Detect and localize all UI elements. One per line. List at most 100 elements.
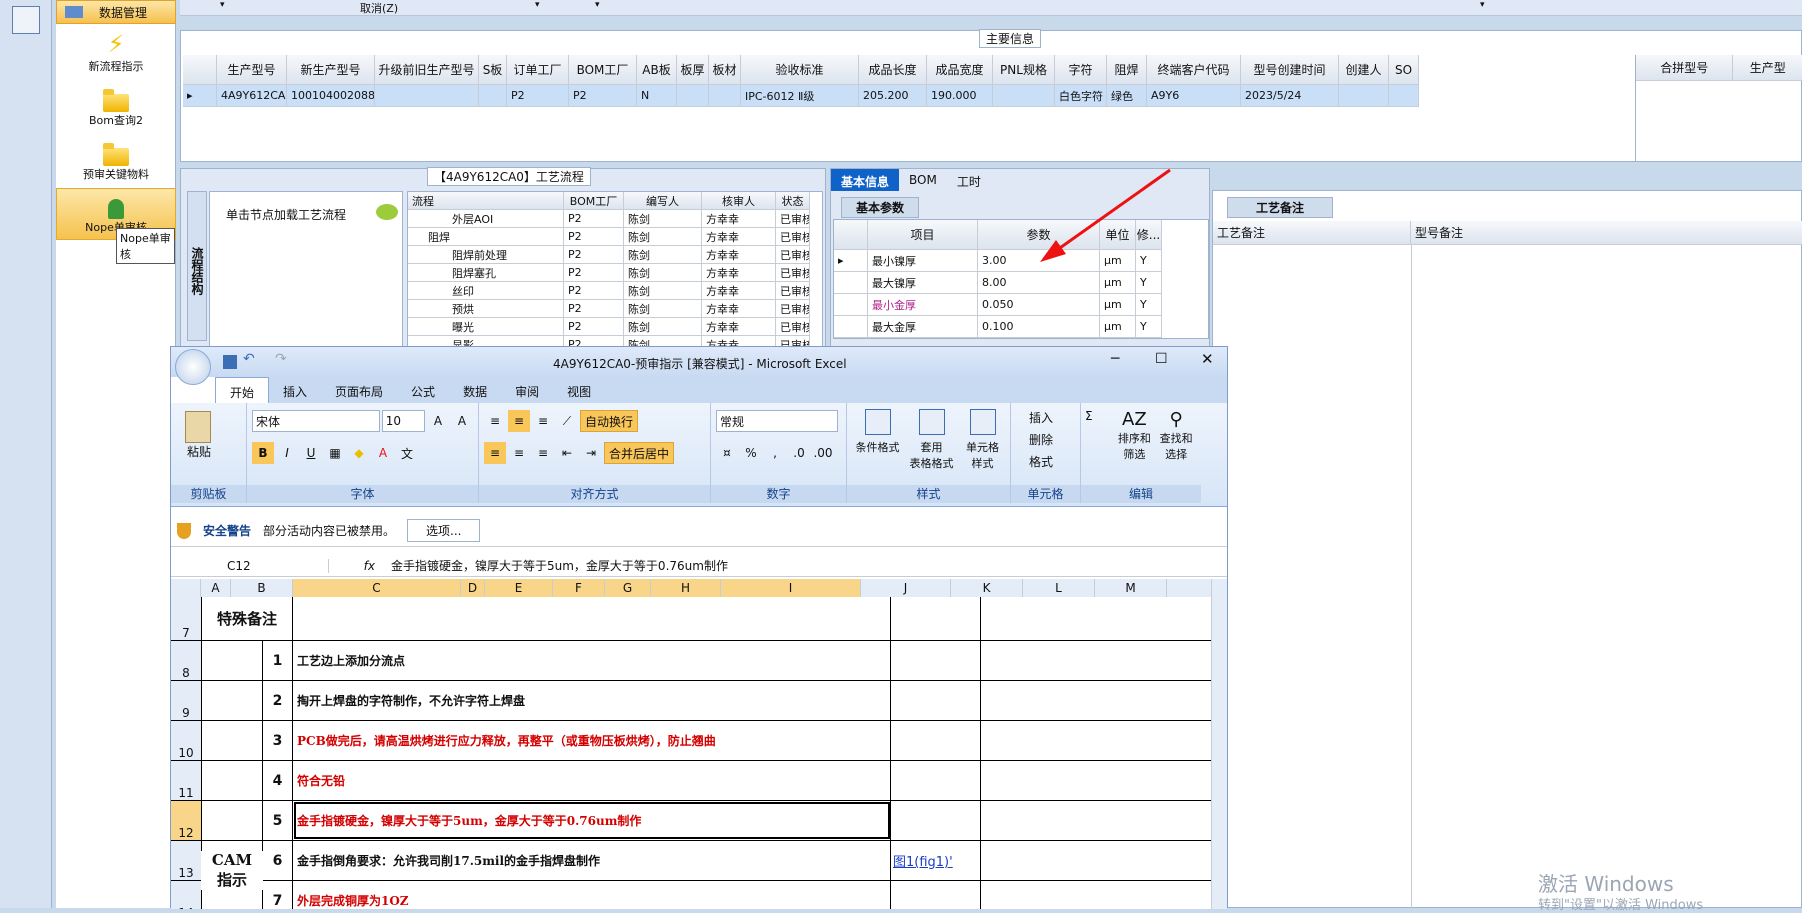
- flow-row[interactable]: 预烘 P2 陈剑 方幸幸 已审核: [408, 300, 822, 318]
- load-flow-hint[interactable]: 单击节点加载工艺流程: [226, 206, 346, 223]
- instruction-cell[interactable]: 外层完成铜厚为1OZ: [293, 881, 891, 909]
- cam-label[interactable]: CAM 指示: [201, 851, 263, 890]
- column-header[interactable]: AB板: [637, 55, 677, 85]
- grid-cell[interactable]: 205.200: [859, 85, 927, 107]
- column-header[interactable]: 升级前旧生产型号: [375, 55, 479, 85]
- sort-filter-button[interactable]: AZ 排序和 筛选: [1113, 409, 1155, 497]
- save-icon[interactable]: [223, 355, 237, 369]
- flow-cell[interactable]: P2: [564, 300, 624, 318]
- flow-cell[interactable]: 方幸幸: [702, 228, 776, 246]
- align-middle-icon[interactable]: ≡: [508, 410, 530, 432]
- format-as-table-button[interactable]: 套用 表格格式: [906, 409, 958, 497]
- flow-cell[interactable]: P2: [564, 318, 624, 336]
- maximize-icon[interactable]: ☐: [1155, 351, 1168, 367]
- flow-cell[interactable]: 已审核: [776, 318, 810, 336]
- column-header[interactable]: SO: [1389, 55, 1419, 85]
- dropdown-arrow-icon[interactable]: ▾: [595, 0, 600, 10]
- grid-cell[interactable]: [677, 85, 709, 107]
- number-format-select[interactable]: 常规: [716, 410, 838, 432]
- redo-icon[interactable]: ↷: [275, 351, 287, 367]
- grid-cell[interactable]: N: [637, 85, 677, 107]
- item-number-cell[interactable]: 1: [263, 641, 293, 680]
- param-row[interactable]: 最大镍厚 8.00 μm Y: [834, 272, 1208, 294]
- flow-cell[interactable]: 方幸幸: [702, 264, 776, 282]
- sheet-cell[interactable]: [293, 597, 891, 640]
- autosum-icon[interactable]: Σ: [1085, 409, 1113, 497]
- param-row[interactable]: 最大金厚 0.100 μm Y: [834, 316, 1208, 338]
- main-grid-row[interactable]: ▸ 4A9Y612CA0 10010400208810 P2 P2 N IPC-…: [183, 85, 1419, 107]
- instruction-cell[interactable]: 符合无铅: [293, 761, 891, 800]
- tab-process-remark[interactable]: 工艺备注: [1227, 197, 1334, 218]
- grid-cell[interactable]: IPC-6012 Ⅱ级: [741, 85, 859, 107]
- column-header[interactable]: 项目: [868, 220, 978, 250]
- param-cell[interactable]: Y: [1136, 272, 1162, 294]
- sheet-cell[interactable]: [891, 721, 981, 760]
- grid-cell[interactable]: 10010400208810: [287, 85, 375, 107]
- flow-cell[interactable]: 已审核: [776, 210, 810, 228]
- column-header[interactable]: 创建人: [1339, 55, 1389, 85]
- office-button[interactable]: [175, 349, 211, 385]
- flow-cell[interactable]: P2: [564, 282, 624, 300]
- options-button[interactable]: 选项...: [407, 519, 481, 542]
- flow-structure-tab[interactable]: 流程结构: [187, 191, 207, 341]
- param-cell[interactable]: 最大镍厚: [868, 272, 978, 294]
- close-icon[interactable]: ✕: [1201, 350, 1214, 368]
- cam-cell[interactable]: [201, 721, 263, 760]
- grid-cell[interactable]: 2023/5/24: [1241, 85, 1339, 107]
- decrease-decimal-icon[interactable]: .00: [812, 442, 834, 464]
- item-number-cell[interactable]: 7: [263, 881, 293, 909]
- dropdown-arrow-icon[interactable]: ▾: [535, 0, 540, 10]
- flow-cell[interactable]: P2: [564, 210, 624, 228]
- dropdown-arrow-icon[interactable]: ▾: [1480, 0, 1485, 10]
- flow-cell[interactable]: 陈剑: [624, 228, 702, 246]
- item-number-cell[interactable]: 3: [263, 721, 293, 760]
- tab-formulas[interactable]: 公式: [397, 377, 449, 403]
- bold-icon[interactable]: B: [252, 442, 274, 464]
- cam-cell[interactable]: [201, 801, 263, 840]
- undo-icon[interactable]: ↶: [243, 351, 255, 367]
- vertical-scrollbar[interactable]: [1211, 579, 1227, 909]
- sheet-cell[interactable]: [891, 801, 981, 840]
- find-select-button[interactable]: ⚲ 查找和 选择: [1155, 409, 1197, 497]
- paste-button[interactable]: 粘贴: [187, 443, 242, 460]
- flow-cell[interactable]: 方幸幸: [702, 282, 776, 300]
- tab-bom[interactable]: BOM: [899, 169, 947, 191]
- param-cell[interactable]: 0.100: [978, 316, 1100, 338]
- italic-icon[interactable]: I: [276, 442, 298, 464]
- flow-cell[interactable]: 预烘: [408, 300, 564, 318]
- font-color-icon[interactable]: A: [372, 442, 394, 464]
- column-header[interactable]: 型号备注: [1411, 221, 1802, 245]
- tab-insert[interactable]: 插入: [269, 377, 321, 403]
- flow-cell[interactable]: 方幸幸: [702, 300, 776, 318]
- item-number-cell[interactable]: 2: [263, 681, 293, 720]
- flow-cell[interactable]: 阻焊塞孔: [408, 264, 564, 282]
- flow-cell[interactable]: 已审核: [776, 246, 810, 264]
- phonetic-icon[interactable]: 文: [396, 442, 418, 464]
- sheet-cell[interactable]: [891, 641, 981, 680]
- flow-cell[interactable]: P2: [564, 228, 624, 246]
- param-cell[interactable]: μm: [1100, 294, 1136, 316]
- figure-link[interactable]: 图1(fig1)': [891, 841, 981, 880]
- column-header[interactable]: 成品长度: [859, 55, 927, 85]
- app-icon[interactable]: [12, 6, 40, 34]
- cam-cell[interactable]: [201, 681, 263, 720]
- column-letter[interactable]: G: [605, 579, 651, 597]
- increase-decimal-icon[interactable]: .0: [788, 442, 810, 464]
- align-top-icon[interactable]: ≡: [484, 410, 506, 432]
- tab-basic-params[interactable]: 基本参数: [841, 197, 920, 218]
- flow-cell[interactable]: 已审核: [776, 300, 810, 318]
- nav-item-key-material[interactable]: 预审关键物料: [56, 134, 176, 186]
- grid-cell[interactable]: A9Y6: [1147, 85, 1241, 107]
- dropdown-arrow-icon[interactable]: ▾: [220, 0, 225, 10]
- name-box[interactable]: C12: [171, 558, 329, 573]
- paste-icon[interactable]: [185, 411, 211, 443]
- nav-item-new-flow[interactable]: ⚡ 新流程指示: [56, 26, 176, 78]
- flow-cell[interactable]: 阻焊: [408, 228, 564, 246]
- function-icon[interactable]: fx: [329, 559, 383, 573]
- grid-cell[interactable]: P2: [569, 85, 637, 107]
- grid-cell[interactable]: [1389, 85, 1419, 107]
- grid-cell[interactable]: P2: [507, 85, 569, 107]
- instruction-cell[interactable]: 金手指倒角要求：允许我司削17.5mil的金手指焊盘制作: [293, 841, 891, 880]
- delete-cells-button[interactable]: 删除: [1015, 431, 1076, 453]
- item-number-cell[interactable]: 4: [263, 761, 293, 800]
